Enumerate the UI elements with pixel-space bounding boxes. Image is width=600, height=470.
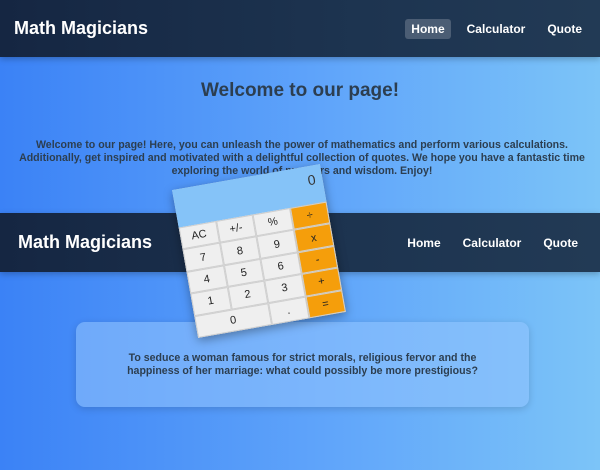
- calculator: 0 AC +/- % ÷ 7 8 9 x 4 5 6 - 1 2 3 + 0 .…: [172, 164, 346, 338]
- nav-link-home[interactable]: Home: [405, 18, 451, 39]
- top-navbar: Math Magicians Home Calculator Quote: [0, 0, 600, 57]
- brand-logo-secondary[interactable]: Math Magicians: [18, 232, 152, 253]
- nav-link-quote[interactable]: Quote: [541, 19, 588, 39]
- key-decimal[interactable]: .: [268, 296, 309, 325]
- quote-card: To seduce a woman famous for strict mora…: [76, 322, 529, 407]
- key-equals[interactable]: =: [305, 289, 346, 319]
- brand-logo[interactable]: Math Magicians: [14, 18, 148, 39]
- nav-link-quote-secondary[interactable]: Quote: [537, 233, 584, 253]
- nav-link-calculator[interactable]: Calculator: [461, 19, 532, 39]
- nav-links: Home Calculator Quote: [395, 18, 588, 39]
- nav-link-calculator-secondary[interactable]: Calculator: [457, 233, 528, 253]
- page-title: Welcome to our page!: [200, 80, 400, 101]
- quote-text: To seduce a woman famous for strict mora…: [127, 351, 478, 377]
- nav-link-home-secondary[interactable]: Home: [401, 233, 446, 253]
- nav-links-secondary: Home Calculator Quote: [391, 233, 584, 253]
